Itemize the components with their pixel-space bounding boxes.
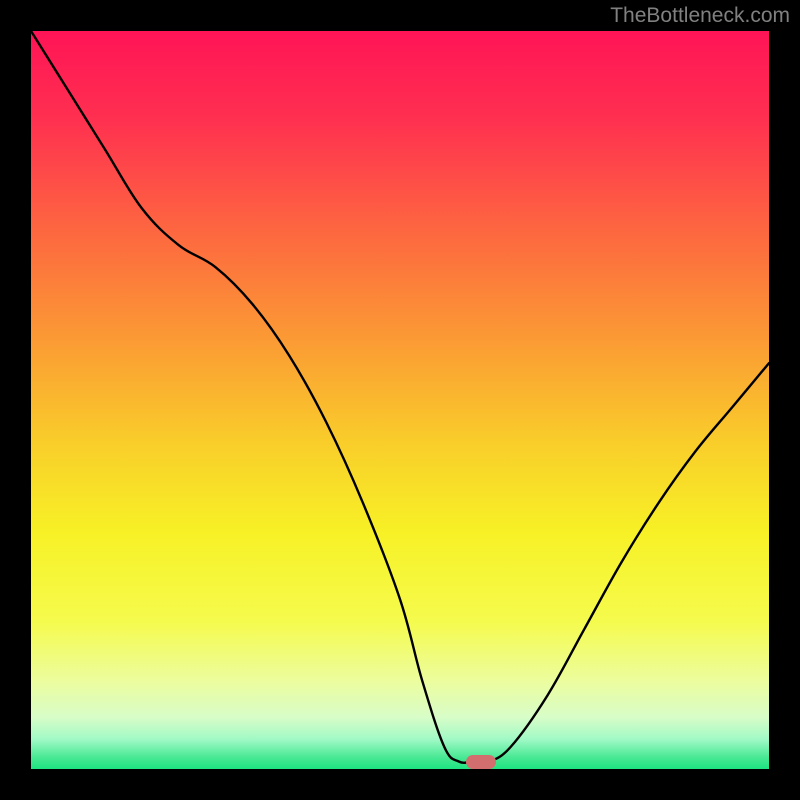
plot-area bbox=[31, 31, 769, 769]
optimal-point-marker bbox=[466, 755, 496, 769]
bottleneck-curve bbox=[31, 31, 769, 769]
chart-container: TheBottleneck.com bbox=[0, 0, 800, 800]
watermark-text: TheBottleneck.com bbox=[610, 4, 790, 28]
